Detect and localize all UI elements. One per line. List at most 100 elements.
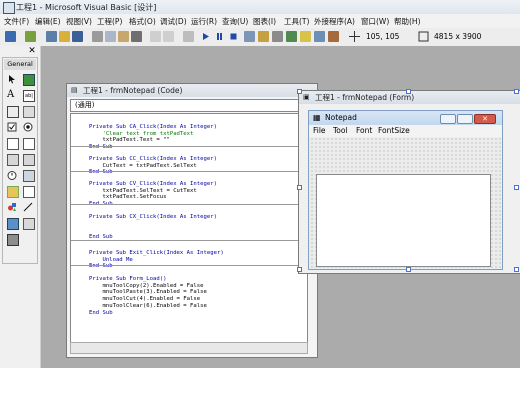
- shape-icon[interactable]: [7, 202, 17, 212]
- textbox-icon[interactable]: ab|: [23, 90, 35, 102]
- paste-icon[interactable]: [118, 31, 129, 42]
- menu-addins[interactable]: 外接程序(A): [314, 16, 355, 27]
- notepad-menu-fontsize[interactable]: FontSize: [378, 126, 410, 135]
- code-block-cc-click: Private Sub CC_Click(Index As Integer) C…: [89, 149, 217, 176]
- optionbutton-icon[interactable]: [23, 122, 33, 132]
- form-layout-icon[interactable]: [272, 31, 283, 42]
- menu-tools[interactable]: 工具(T): [284, 16, 309, 27]
- code-line: Private Sub CV_Click(Index As Integer): [89, 180, 217, 187]
- menu-query[interactable]: 查询(U): [222, 16, 248, 27]
- data-icon[interactable]: [23, 218, 35, 230]
- form-window-title: 工程1 - frmNotepad (Form): [315, 93, 415, 102]
- line-icon[interactable]: [23, 202, 33, 212]
- code-window-titlebar[interactable]: ▤ 工程1 - frmNotepad (Code): [67, 84, 317, 97]
- open-project-icon[interactable]: [59, 31, 70, 42]
- resize-handle[interactable]: [297, 185, 302, 190]
- hscrollbar-icon[interactable]: [7, 154, 19, 166]
- code-line: CutText = txtPadText.SelText: [89, 162, 197, 169]
- separator-icon: [183, 31, 194, 42]
- toolbox-icon[interactable]: [300, 31, 311, 42]
- commandbutton-icon[interactable]: [23, 106, 35, 118]
- combobox-icon[interactable]: [7, 138, 19, 150]
- copy-icon[interactable]: [105, 31, 116, 42]
- code-line: Private Sub Exit_Click(Index As Integer): [89, 249, 224, 256]
- notepad-menu-font[interactable]: Font: [356, 126, 372, 135]
- break-icon[interactable]: [214, 31, 225, 42]
- menu-edit[interactable]: 编辑(E): [35, 16, 61, 27]
- filelist-icon[interactable]: [23, 186, 35, 198]
- undo-icon[interactable]: [150, 31, 161, 42]
- menu-view[interactable]: 视图(V): [66, 16, 92, 27]
- save-project-icon[interactable]: [72, 31, 83, 42]
- notepad-menu-tool[interactable]: Tool: [333, 126, 348, 135]
- close-icon[interactable]: ✕: [27, 46, 37, 56]
- ole-icon[interactable]: [7, 234, 19, 246]
- drivelist-icon[interactable]: [23, 170, 35, 182]
- start-icon[interactable]: [200, 31, 211, 42]
- object-browser-icon[interactable]: [286, 31, 297, 42]
- size-readout: 4815 x 3900: [434, 32, 482, 41]
- title-bar: 工程1 - Microsoft Visual Basic [设计]: [0, 0, 520, 15]
- component-manager-icon[interactable]: [328, 31, 339, 42]
- resize-handle[interactable]: [514, 267, 519, 272]
- properties-window-icon[interactable]: [258, 31, 269, 42]
- minimize-button[interactable]: [440, 114, 456, 124]
- notepad-menu-bar: File Tool Font FontSize: [309, 125, 502, 137]
- pad-textbox[interactable]: [316, 174, 491, 267]
- code-line: 'Clear text from txtPadText: [89, 130, 194, 137]
- resize-handle[interactable]: [406, 89, 411, 94]
- close-button[interactable]: ✕: [474, 114, 496, 124]
- pointer-icon[interactable]: [7, 74, 17, 84]
- maximize-button[interactable]: [457, 114, 473, 124]
- menu-file[interactable]: 文件(F): [4, 16, 29, 27]
- resize-handle[interactable]: [406, 267, 411, 272]
- notepad-caption: Notepad: [325, 113, 357, 122]
- add-form-icon[interactable]: [25, 31, 36, 42]
- notepad-menu-file[interactable]: File: [313, 126, 326, 135]
- notepad-form[interactable]: ▦ Notepad ✕ File Tool Font FontSize: [308, 110, 503, 270]
- image-icon[interactable]: [7, 218, 19, 230]
- find-icon[interactable]: [131, 31, 142, 42]
- project-explorer-icon[interactable]: [244, 31, 255, 42]
- menu-window[interactable]: 窗口(W): [361, 16, 389, 27]
- end-icon[interactable]: [228, 31, 239, 42]
- label-icon[interactable]: A: [7, 90, 17, 100]
- code-line: mnuToolCut(4).Enabled = False: [89, 296, 201, 303]
- procedure-separator: [71, 204, 307, 205]
- listbox-icon[interactable]: [23, 138, 35, 150]
- form-design-grid[interactable]: [310, 137, 501, 268]
- size-icon: [418, 31, 429, 42]
- menu-project[interactable]: 工程(P): [97, 16, 122, 27]
- frame-icon[interactable]: [7, 106, 19, 118]
- code-line: Private Sub CC_Click(Index As Integer): [89, 155, 217, 162]
- timer-icon[interactable]: [7, 170, 17, 180]
- menu-help[interactable]: 帮助(H): [394, 16, 421, 27]
- position-readout: 105, 105: [366, 32, 400, 41]
- resize-handle[interactable]: [297, 89, 302, 94]
- picturebox-icon[interactable]: [23, 74, 35, 86]
- resize-handle[interactable]: [297, 267, 302, 272]
- code-line: Unload Me: [89, 256, 133, 263]
- object-combo[interactable]: (通用): [70, 99, 312, 112]
- resize-handle[interactable]: [514, 185, 519, 190]
- menu-diagram[interactable]: 图表(I): [253, 16, 276, 27]
- procedure-separator: [71, 171, 307, 172]
- menu-format[interactable]: 格式(O): [129, 16, 156, 27]
- menu-editor-icon[interactable]: [46, 31, 57, 42]
- resize-handle[interactable]: [514, 89, 519, 94]
- code-line: txtPadText.Text = "": [89, 137, 170, 144]
- add-project-icon[interactable]: [5, 31, 16, 42]
- vscrollbar-icon[interactable]: [23, 154, 35, 166]
- dirlist-icon[interactable]: [7, 186, 19, 198]
- menu-debug[interactable]: 调试(D): [160, 16, 187, 27]
- cut-icon[interactable]: [92, 31, 103, 42]
- checkbox-icon[interactable]: [7, 122, 17, 132]
- code-horizontal-scrollbar[interactable]: [70, 342, 308, 354]
- toolbox: General A ab|: [2, 57, 38, 264]
- menu-run[interactable]: 运行(R): [191, 16, 217, 27]
- code-editor[interactable]: Private Sub CA_Click(Index As Integer) '…: [70, 113, 308, 343]
- code-line: End Sub: [89, 309, 113, 316]
- data-view-icon[interactable]: [314, 31, 325, 42]
- code-line: Private Sub CX_Click(Index As Integer): [89, 213, 217, 220]
- redo-icon[interactable]: [163, 31, 174, 42]
